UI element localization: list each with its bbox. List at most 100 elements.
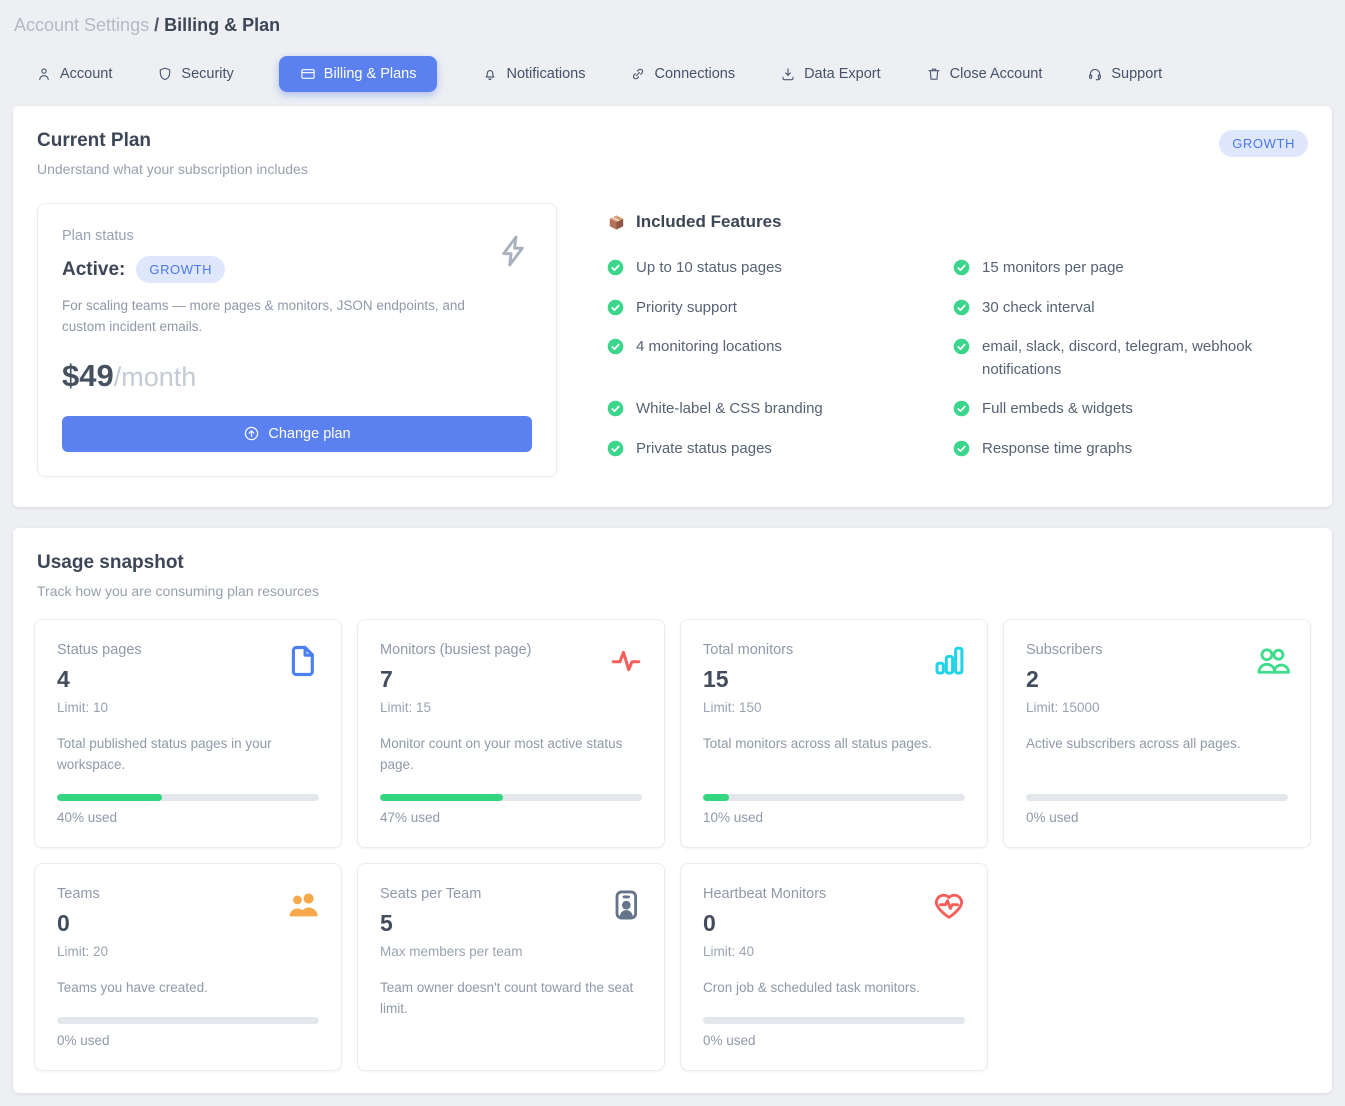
usage-card-value: 2 [1026,666,1288,693]
current-plan-panel: Current Plan Understand what your subscr… [13,106,1332,507]
included-features-title: Included Features [636,212,781,232]
feature-item: Full embeds & widgets [953,398,1308,421]
tab-label: Notifications [506,66,585,82]
usage-subtitle: Track how you are consuming plan resourc… [37,583,319,599]
usage-percent-label: 0% used [703,1033,965,1048]
usage-card-description: Active subscribers across all pages. [1026,734,1288,755]
usage-card-value: 0 [57,910,319,937]
feature-label: 4 monitoring locations [636,336,782,359]
user-icon [36,66,52,82]
usage-card-value: 0 [703,910,965,937]
check-icon [607,440,624,457]
tab-notifications[interactable]: Notifications [482,56,585,92]
tab-label: Account [60,66,112,82]
id-badge-icon [608,887,644,923]
tab-label: Security [181,66,233,82]
usage-progress: 0% used [1026,776,1288,825]
progress-track [57,794,319,801]
feature-item: 30 check interval [953,297,1308,320]
plan-description: For scaling teams — more pages & monitor… [62,296,482,338]
feature-label: Response time graphs [982,438,1132,461]
trash-icon [926,66,942,82]
page-title: Billing & Plan [164,15,280,35]
feature-label: White-label & CSS branding [636,398,823,421]
plan-status-card: Plan status Active: GROWTH For scaling t… [37,203,557,477]
feature-label: 30 check interval [982,297,1095,320]
usage-card-value: 5 [380,910,642,937]
feature-label: Priority support [636,297,737,320]
download-icon [780,66,796,82]
current-plan-subtitle: Understand what your subscription includ… [37,161,308,177]
usage-card-heartbeat-monitors: Heartbeat Monitors 0 Limit: 40 Cron job & s… [680,863,988,1071]
progress-fill [380,794,503,801]
tab-label: Billing & Plans [324,66,417,82]
usage-progress: 10% used [703,776,965,825]
usage-card-description: Cron job & scheduled task monitors. [703,978,965,999]
change-plan-button[interactable]: Change plan [62,416,532,452]
tab-account[interactable]: Account [36,56,112,92]
features-grid: Up to 10 status pages 15 monitors per pag… [607,257,1308,460]
users-filled-icon [285,887,321,923]
plan-status-value: Active: [62,259,125,281]
tab-connections[interactable]: Connections [630,56,735,92]
tab-support[interactable]: Support [1087,56,1162,92]
feature-item: Private status pages [607,438,937,461]
feature-label: Full embeds & widgets [982,398,1133,421]
check-icon [607,338,624,355]
usage-card-description: Total published status pages in your wor… [57,734,319,776]
tab-close-account[interactable]: Close Account [926,56,1043,92]
lightning-icon [494,230,532,272]
users-icon [1254,643,1290,679]
usage-card-monitors-busiest-page: Monitors (busiest page)7Limit: 15Monitor… [357,619,665,848]
arrow-up-circle-icon [243,425,260,442]
breadcrumb-separator: / [154,15,164,35]
progress-track [703,794,965,801]
usage-card-seats-per-team: Seats per Team5Max members per teamTeam … [357,863,665,1071]
tab-bar: Account Security Billing & Plans Notificati… [0,42,1345,106]
breadcrumb: Account Settings / Billing & Plan [0,0,1345,42]
price-period: /month [114,362,197,392]
included-features: Included Features Up to 10 status pages 1… [607,203,1308,477]
feature-item: White-label & CSS branding [607,398,937,421]
progress-fill [703,794,729,801]
usage-card-title: Total monitors [703,642,965,658]
tab-billing-plans[interactable]: Billing & Plans [279,56,438,92]
feature-label: 15 monitors per page [982,257,1124,280]
usage-progress: 47% used [380,776,642,825]
file-icon [285,643,321,679]
feature-item: 15 monitors per page [953,257,1308,280]
feature-item: Response time graphs [953,438,1308,461]
usage-percent-label: 10% used [703,810,965,825]
plan-price: $49/month [62,358,532,394]
breadcrumb-section[interactable]: Account Settings [14,15,149,35]
activity-icon [608,643,644,679]
usage-percent-label: 0% used [57,1033,319,1048]
tab-label: Support [1111,66,1162,82]
usage-card-limit: Max members per team [380,944,642,959]
feature-label: Up to 10 status pages [636,257,782,280]
usage-card-total-monitors: Total monitors15Limit: 150Total monitors… [680,619,988,848]
change-plan-label: Change plan [268,426,350,442]
usage-card-status-pages: Status pages4Limit: 10Total published st… [34,619,342,848]
plan-status-badge: GROWTH [136,256,225,283]
plan-badge: GROWTH [1219,130,1308,157]
bell-icon [482,66,498,82]
usage-card-title: Heartbeat Monitors [703,886,965,902]
progress-track [57,1017,319,1024]
usage-card-value: 4 [57,666,319,693]
usage-card-description: Monitor count on your most active status… [380,734,642,776]
usage-card-title: Teams [57,886,319,902]
check-icon [953,299,970,316]
usage-progress: 0% used [57,999,319,1048]
usage-card-teams: Teams0Limit: 20Teams you have created.0%… [34,863,342,1071]
usage-progress: 0% used [703,999,965,1048]
feature-item: Up to 10 status pages [607,257,937,280]
tab-security[interactable]: Security [157,56,233,92]
usage-card-limit: Limit: 10 [57,700,319,715]
usage-card-limit: Limit: 15000 [1026,700,1288,715]
tab-data-export[interactable]: Data Export [780,56,881,92]
tab-label: Data Export [804,66,881,82]
usage-card-description: Team owner doesn't count toward the seat… [380,978,642,1020]
usage-card-limit: Limit: 40 [703,944,965,959]
usage-title: Usage snapshot [37,552,319,574]
